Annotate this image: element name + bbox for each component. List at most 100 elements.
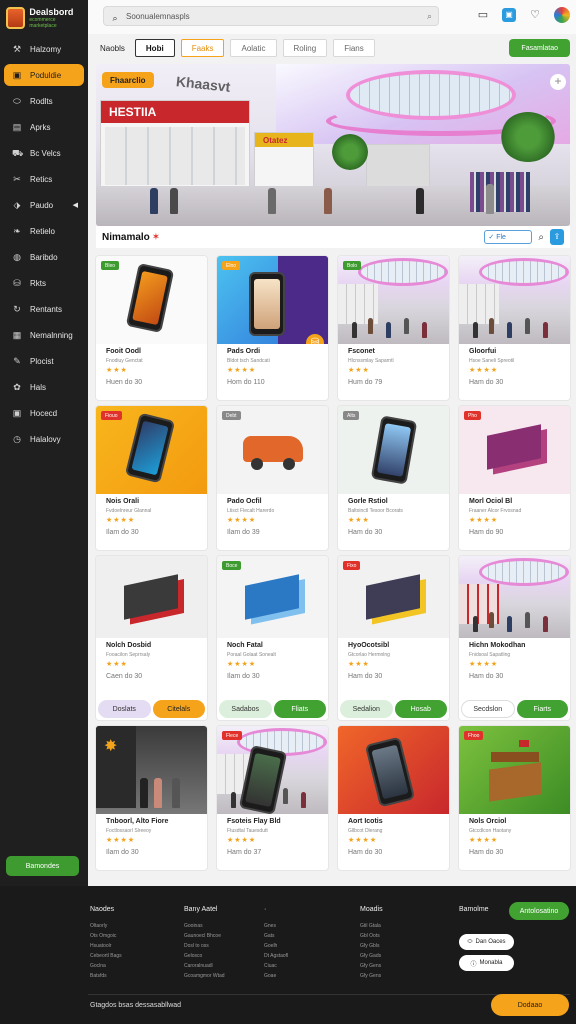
product-card[interactable]: Pho Morl Ociol Bl Fraaner Alcor Frvosnad… — [459, 406, 570, 550]
footer-link[interactable]: Gfy Gads — [360, 953, 383, 963]
product-thumbnail[interactable]: ✸ — [96, 726, 207, 814]
tab[interactable]: Hobi — [134, 39, 175, 57]
product-card[interactable]: Aort Icotis Gllbcot Dlerang ★★★★ Ham do … — [338, 726, 449, 870]
hero-badge[interactable]: Fhaarclio — [102, 72, 154, 88]
product-action-button[interactable]: Hosab — [394, 700, 447, 718]
footer-link[interactable]: Cebeortl Bags — [90, 953, 122, 963]
search-submit-icon[interactable]: ⌕ — [427, 11, 432, 22]
search-input[interactable]: Soonualemnaspls — [126, 12, 190, 21]
footer-link[interactable]: Gnes — [264, 923, 288, 933]
sidebar-footer-button[interactable]: Bamondes — [6, 856, 79, 876]
hero-banner[interactable]: HESTIIA Otatez Khaasvt Fhaarclio + — [96, 64, 570, 226]
sidebar-item[interactable]: ✎ Plocist — [0, 348, 88, 374]
footer-bottom-button[interactable]: Dodaao — [491, 994, 569, 1016]
sidebar-item[interactable]: ▦ Nemalnning — [0, 322, 88, 348]
product-thumbnail[interactable] — [96, 556, 207, 638]
tab[interactable]: Aolatic — [230, 39, 277, 57]
footer-link[interactable]: Gelosco — [184, 953, 225, 963]
product-action-button[interactable]: Fliats — [273, 700, 326, 718]
product-card[interactable]: Flece Fsoteis Flay Bld Ftusdtal Tauesdut… — [217, 726, 328, 870]
hero-add-icon[interactable]: + — [550, 74, 566, 90]
footer-link[interactable]: Goclna — [90, 963, 122, 973]
product-thumbnail[interactable]: Debt — [217, 406, 328, 494]
tab[interactable]: Naobls — [96, 39, 129, 57]
filter-dropdown[interactable]: ✓ Fle — [484, 230, 533, 244]
search-box[interactable]: ⌕ Soonualemnaspls ⌕ — [103, 6, 439, 26]
footer-link[interactable]: Ciuac — [264, 963, 288, 973]
section-upload-icon[interactable]: ⇪ — [550, 229, 564, 245]
sidebar-item[interactable]: ⬗ Paudo ◀ — [0, 192, 88, 218]
tab[interactable]: Roling — [282, 39, 328, 57]
product-action-button[interactable]: Citelals — [152, 700, 205, 718]
product-thumbnail[interactable]: Fixo — [338, 556, 449, 638]
product-card[interactable]: Gloorfui Hsoe Saneli Spreotil ★★★★ Ham d… — [459, 256, 570, 400]
footer-link[interactable]: Gats — [264, 933, 288, 943]
product-thumbnail[interactable]: Pho — [459, 406, 570, 494]
footer-link[interactable]: Oltaorly — [90, 923, 122, 933]
footer-link[interactable]: Gfy Gens — [360, 963, 383, 973]
footer-action-button[interactable]: Antolosatino — [509, 902, 569, 920]
product-card[interactable]: Bolo Fsconet Hlcnssmlay Saparntl ★★★ Hum… — [338, 256, 449, 400]
product-card[interactable]: Nolch Dosbid Fooacilon Seprrsaly ★★★ Cae… — [96, 556, 207, 720]
tab[interactable]: Fians — [333, 39, 375, 57]
app-logo[interactable]: Dealsbord ecommerce marketplace — [0, 0, 88, 36]
product-thumbnail[interactable]: Bolo — [338, 256, 449, 344]
cast-icon[interactable]: ▭ — [476, 8, 490, 22]
section-search-icon[interactable]: ⌕ — [538, 232, 544, 243]
product-action-button[interactable]: Sedalion — [340, 700, 393, 718]
footer-link[interactable]: Gfy Gens — [360, 973, 383, 983]
notification-bell-icon[interactable]: ♡ — [528, 8, 542, 22]
product-thumbnail[interactable]: Elno ⛁ — [217, 256, 328, 344]
sidebar-item[interactable]: ⛁ Rkts — [0, 270, 88, 296]
product-thumbnail[interactable]: Fhoo — [459, 726, 570, 814]
footer-link[interactable]: Goae — [264, 973, 288, 983]
footer-link[interactable]: Gbl Oots — [360, 933, 383, 943]
sidebar-item[interactable]: ✿ Hals — [0, 374, 88, 400]
sidebar-item[interactable]: ▤ Aprks — [0, 114, 88, 140]
sidebar-item[interactable]: ⛟ Bc Velcs — [0, 140, 88, 166]
product-action-button[interactable]: Secdslon — [461, 700, 515, 718]
product-card[interactable]: ✸ Tnboorl, Alto Fiore Foctlossaorl Slree… — [96, 726, 207, 870]
sidebar-item[interactable]: ▣ Hocecd — [0, 400, 88, 426]
product-thumbnail[interactable] — [459, 556, 570, 638]
footer-link[interactable]: Gtil Gtala — [360, 923, 383, 933]
product-action-button[interactable]: Fiarts — [516, 700, 568, 718]
sidebar-item[interactable]: ▣ Poduldie — [4, 64, 84, 86]
tab[interactable]: Faaks — [180, 39, 225, 57]
footer-link[interactable]: Gfy Gbls — [360, 943, 383, 953]
product-card[interactable]: Elno ⛁ Pads Ordi Bldot tsch Sandcati ★★★★… — [217, 256, 328, 400]
product-action-button[interactable]: Doslats — [98, 700, 151, 718]
sidebar-item[interactable]: ◷ Halalovy — [0, 426, 88, 452]
sidebar-item[interactable]: ⬭ Rodlts — [0, 88, 88, 114]
product-card[interactable]: Hichn Mokodhan Fnidsoal Sapatling ★★★★ H… — [459, 556, 570, 720]
footer-link[interactable]: Goelh — [264, 943, 288, 953]
product-card[interactable]: Fixo HyoOcotsibl Gtcorlao Hermnlng ★★★ H… — [338, 556, 449, 720]
footer-link[interactable]: Gcoamgmor Wtad — [184, 973, 225, 983]
footer-link[interactable]: Dt Agstaofl — [264, 953, 288, 963]
chat-icon[interactable]: ▣ — [502, 8, 516, 22]
sidebar-item[interactable]: ⚒ Halzomy — [0, 36, 88, 62]
sidebar-item[interactable]: ❧ Retielo — [0, 218, 88, 244]
footer-link[interactable]: Batsfds — [90, 973, 122, 983]
product-card[interactable]: Debt Pado Ocfil Ltisct Flecalt Harerdo ★… — [217, 406, 328, 550]
tab-action-button[interactable]: Fasamlatao — [509, 39, 570, 57]
product-action-button[interactable]: Sadabos — [219, 700, 272, 718]
footer-link[interactable]: Dosl to oss — [184, 943, 225, 953]
product-thumbnail[interactable]: Alts — [338, 406, 449, 494]
product-card[interactable]: Fiouo Nois Orali Fvdoelnreur Glannal ★★★… — [96, 406, 207, 550]
product-thumbnail[interactable]: Flece — [217, 726, 328, 814]
footer-pill-button-2[interactable]: ⓘ Monabla — [459, 955, 514, 971]
footer-pill-button[interactable]: ⬭ Dan Oaces — [459, 934, 514, 950]
product-card[interactable]: Bleo Fooit Oodl Fnodiuy Genctat ★★★ Huen… — [96, 256, 207, 400]
footer-link[interactable]: Ots Omgoic — [90, 933, 122, 943]
product-thumbnail[interactable]: Boce — [217, 556, 328, 638]
product-card[interactable]: Fhoo Nols Orciol Gtccdlcon Haotany ★★★★ … — [459, 726, 570, 870]
sidebar-item[interactable]: ◍ Baribdo — [0, 244, 88, 270]
avatar[interactable] — [554, 7, 570, 23]
footer-link[interactable]: Gooinas — [184, 923, 225, 933]
footer-link[interactable]: Gaunoecl Bhcoe — [184, 933, 225, 943]
product-thumbnail[interactable] — [459, 256, 570, 344]
footer-link[interactable]: Hsuatoolr — [90, 943, 122, 953]
sidebar-item[interactable]: ✂ Retics — [0, 166, 88, 192]
footer-link[interactable]: Caroralnuadl — [184, 963, 225, 973]
